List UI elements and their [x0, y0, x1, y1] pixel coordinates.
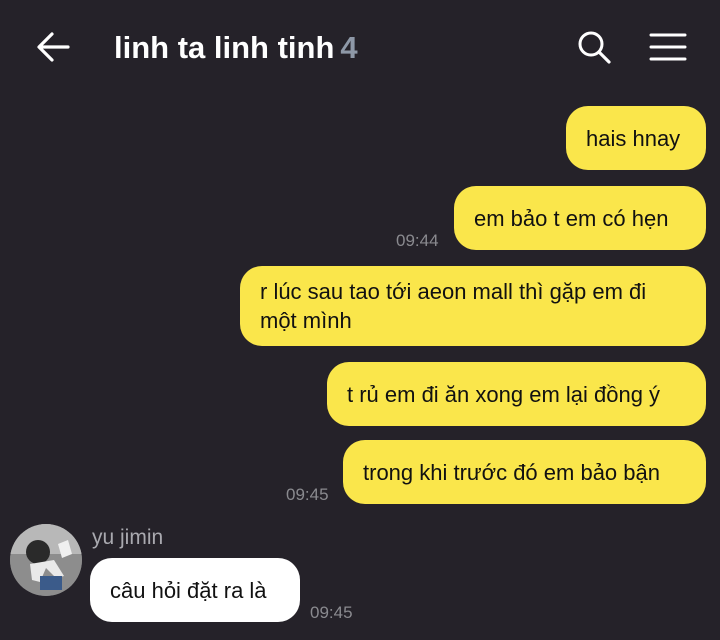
- message-bubble-sent[interactable]: hais hnay: [566, 106, 706, 170]
- avatar-photo: [10, 524, 82, 596]
- message-timestamp: 09:44: [396, 231, 439, 250]
- search-button[interactable]: [572, 26, 616, 68]
- message-text: trong khi trước đó em bảo bận: [363, 459, 660, 485]
- message-text: hais hnay: [586, 125, 681, 151]
- message-timestamp: 09:45: [310, 603, 353, 622]
- message-text: câu hỏi đặt ra là: [110, 577, 267, 603]
- avatar[interactable]: [10, 524, 82, 596]
- menu-button[interactable]: [644, 26, 692, 68]
- message-bubble-sent[interactable]: t rủ em đi ăn xong em lại đồng ý: [327, 362, 706, 426]
- search-icon: [578, 31, 611, 64]
- chat-title-text: linh ta linh tinh: [114, 30, 335, 65]
- chat-title: linh ta linh tinh 4: [114, 28, 358, 68]
- back-arrow-icon: [37, 32, 70, 62]
- message-text: em bảo t em có hẹn: [474, 205, 669, 231]
- message-text: r lúc sau tao tới aeon mall thì gặp em đ…: [260, 279, 653, 333]
- message-timestamp: 09:45: [286, 485, 329, 504]
- message-bubble-sent[interactable]: em bảo t em có hẹn: [454, 186, 706, 250]
- member-count: 4: [340, 30, 358, 65]
- chat-header: linh ta linh tinh 4: [0, 0, 720, 96]
- sender-name: yu jimin: [92, 526, 164, 549]
- back-button[interactable]: [30, 26, 76, 68]
- message-bubble-received[interactable]: câu hỏi đặt ra là: [90, 558, 300, 622]
- message-text: t rủ em đi ăn xong em lại đồng ý: [347, 381, 661, 407]
- message-bubble-sent[interactable]: trong khi trước đó em bảo bận: [343, 440, 706, 504]
- message-bubble-sent[interactable]: r lúc sau tao tới aeon mall thì gặp em đ…: [240, 266, 706, 346]
- menu-icon: [649, 33, 687, 61]
